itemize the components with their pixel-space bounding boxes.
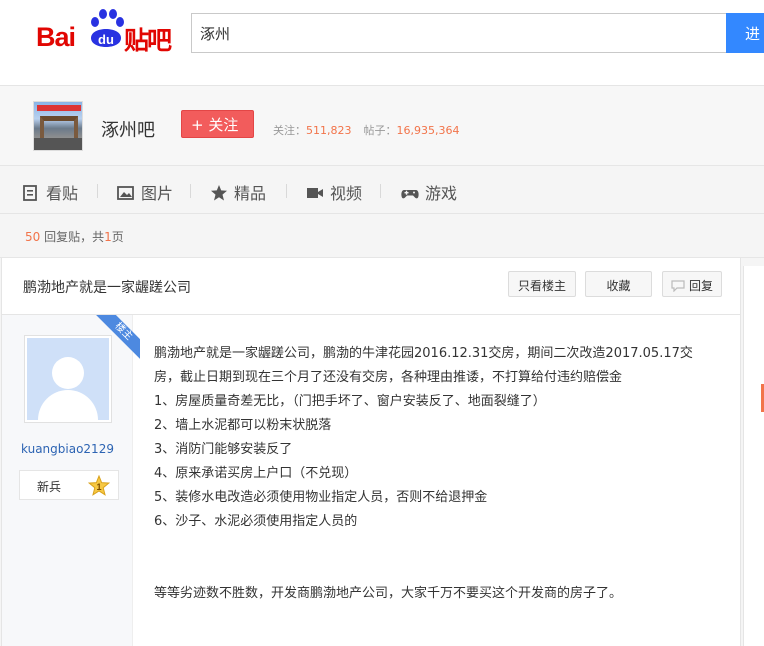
star-icon [211,185,227,201]
reply-summary: 50 回复贴，共1页 [25,228,124,245]
forum-avatar[interactable] [33,101,83,151]
forum-tabs: 看贴 图片 精品 视频 游戏 [0,166,764,214]
video-icon [307,188,323,198]
post-line: 6、沙子、水泥必须使用指定人员的 [154,514,358,529]
posts-label: 帖子： [363,124,397,137]
comment-icon [671,280,685,292]
avatar-road [34,138,82,150]
image-icon [117,186,134,200]
tab-label: 看贴 [46,184,79,203]
tab-divider [97,184,98,198]
tab-games[interactable]: 游戏 [401,180,458,203]
post-line: 2、墙上水泥都可以粉末状脱落 [154,418,332,433]
level-number: 1 [96,482,101,492]
sidebar-card [743,266,764,646]
avatar-gate [40,116,78,138]
author-column: kuangbiao2129 新兵 1 [2,315,133,646]
reply-button[interactable]: 回复 [662,271,722,297]
tab-label: 精品 [234,184,267,203]
followers-count: 511,823 [306,124,352,137]
page: Bai du 贴吧 进 涿州吧 + 关注 [0,0,764,646]
tab-images[interactable]: 图片 [117,180,174,203]
followers-label: 关注： [273,124,306,137]
right-sidebar [741,258,764,646]
baidu-paw-icon: du [91,9,124,47]
top-bar: Bai du 贴吧 进 [0,0,764,86]
tab-featured[interactable]: 精品 [210,180,267,203]
search-box[interactable] [191,13,727,53]
enter-forum-button[interactable]: 进 [726,13,764,53]
tab-posts[interactable]: 看贴 [22,180,79,203]
level-star-icon: 1 [88,475,110,496]
logo-text-tieba: 贴吧 [124,26,172,55]
tab-label: 游戏 [425,184,458,203]
logo-text-bai: Bai [36,22,76,52]
tab-divider [190,184,191,198]
main-area: 鹏渤地产就是一家龌蹉公司 只看楼主 收藏 回复 kuangbiao2129 新兵 [0,258,764,646]
post-line: 鹏渤地产就是一家龌蹉公司，鹏渤的牛津花园2016.12.31交房，期间二次改造2… [154,346,693,361]
level-name: 新兵 [37,480,62,494]
thread-title-bar: 鹏渤地产就是一家龌蹉公司 只看楼主 收藏 回复 [2,258,740,315]
forum-name[interactable]: 涿州吧 [101,116,155,142]
follow-button[interactable]: + 关注 [181,110,254,138]
tab-divider [286,184,287,198]
gamepad-icon [401,190,419,199]
page-count: 1 [104,230,112,244]
reply-label: 回复 [688,279,713,293]
post-body: 鹏渤地产就是一家龌蹉公司，鹏渤的牛津花园2016.12.31交房，期间二次改造2… [154,342,734,606]
tab-divider [380,184,381,198]
post-line: 5、装修水电改造必须使用物业指定人员，否则不给退押金 [154,490,488,505]
reply-text: 回复贴，共 [40,230,105,244]
tab-label: 视频 [330,184,363,203]
post-line: 4、原来承诺买房上户口（不兑现） [154,466,358,481]
tab-videos[interactable]: 视频 [306,180,363,203]
tab-label: 图片 [141,184,174,203]
post-line: 3、消防门能够安装反了 [154,442,293,457]
search-input[interactable] [192,14,726,52]
list-icon [23,185,37,201]
reply-count: 50 [25,230,41,244]
posts-count: 16,935,364 [396,124,460,137]
forum-banner: 涿州吧 + 关注 关注：511,823 帖子：16,935,364 [0,86,764,166]
logo-text-du: du [98,32,114,47]
post-line: 1、房屋质量奇差无比，（门把手坏了、窗户安装反了、地面裂缝了） [154,394,546,409]
op-ribbon: 楼主 [96,315,140,359]
forum-header: 涿州吧 + 关注 关注：511,823 帖子：16,935,364 看贴 图片 精… [0,86,764,214]
avatar-sign [37,105,81,111]
forum-stats: 关注：511,823 帖子：16,935,364 [273,122,459,138]
author-username[interactable]: kuangbiao2129 [2,442,133,456]
thread-content: 鹏渤地产就是一家龌蹉公司 只看楼主 收藏 回复 kuangbiao2129 新兵 [1,258,741,646]
post-line: 房，截止日期到现在三个月了还没有交房，各种理由推诿，不打算给付违约赔偿金 [154,370,623,385]
page-text: 页 [111,230,124,244]
post-line: 等等劣迹数不胜数，开发商鹏渤地产公司，大家千万不要买这个开发商的房子了。 [154,586,623,601]
favorite-button[interactable]: 收藏 [585,271,652,297]
op-badge-label: 楼主 [96,315,140,359]
only-op-button[interactable]: 只看楼主 [508,271,576,297]
thread-info-bar: 50 回复贴，共1页 [0,214,764,258]
author-level-badge[interactable]: 新兵 1 [19,470,119,500]
thread-title: 鹏渤地产就是一家龌蹉公司 [23,280,191,296]
baidu-tieba-logo[interactable]: Bai du 贴吧 [34,8,174,56]
